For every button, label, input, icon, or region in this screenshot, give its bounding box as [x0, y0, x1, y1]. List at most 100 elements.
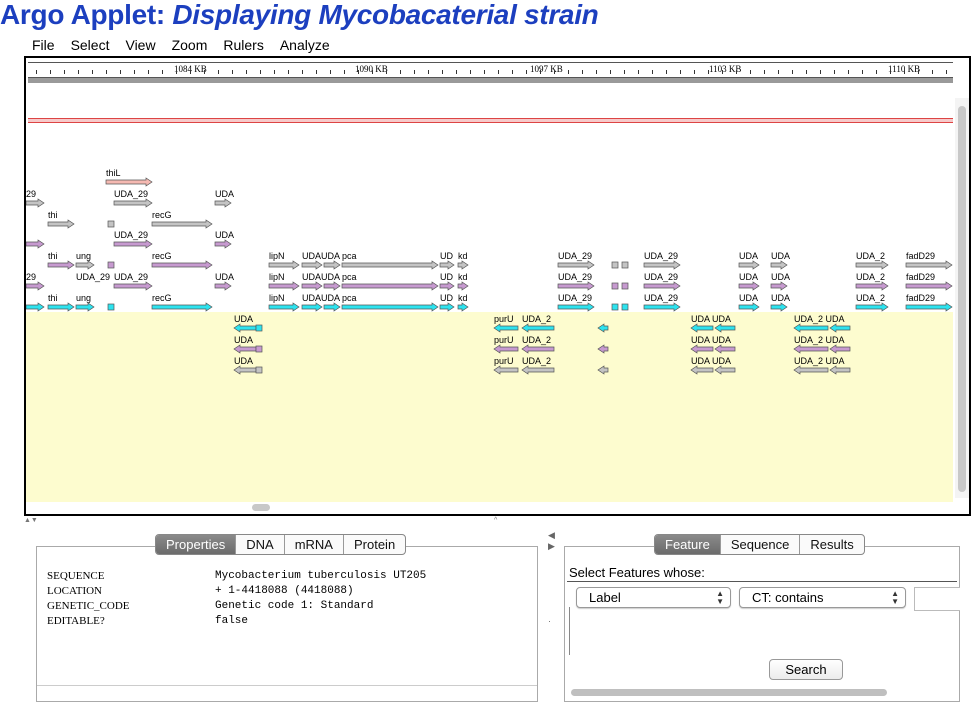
feature-arrow[interactable]: [301, 260, 323, 270]
feature-arrow[interactable]: [855, 281, 889, 291]
field-select[interactable]: Label ▲ ▼: [576, 587, 731, 608]
feature-arrow[interactable]: [738, 281, 760, 291]
feature-arrow[interactable]: [75, 260, 95, 270]
feature-arrow[interactable]: [439, 281, 455, 291]
feature-arrow[interactable]: [714, 344, 736, 354]
feature-arrow[interactable]: [793, 344, 829, 354]
feature-box[interactable]: [255, 366, 263, 374]
menu-zoom[interactable]: Zoom: [164, 36, 216, 54]
feature-arrow[interactable]: [26, 198, 45, 208]
feature-box[interactable]: [611, 303, 619, 311]
feature-box[interactable]: [255, 324, 263, 332]
tab-protein[interactable]: Protein: [344, 535, 405, 554]
feature-arrow[interactable]: [521, 323, 555, 333]
feature-arrow[interactable]: [214, 198, 232, 208]
feature-arrow[interactable]: [75, 302, 95, 312]
feature-arrow[interactable]: [829, 344, 851, 354]
divider-grip-icon[interactable]: ^: [494, 517, 497, 524]
operator-select[interactable]: CT: contains ▲ ▼: [739, 587, 906, 608]
feature-arrow[interactable]: [597, 323, 609, 333]
feature-arrow[interactable]: [690, 344, 714, 354]
feature-arrow[interactable]: [47, 219, 75, 229]
tab-sequence[interactable]: Sequence: [721, 535, 801, 554]
collapse-left-icon[interactable]: ◀: [548, 530, 555, 541]
menu-rulers[interactable]: Rulers: [215, 36, 271, 54]
feature-arrow[interactable]: [113, 239, 153, 249]
feature-box[interactable]: [107, 261, 115, 269]
feature-arrow[interactable]: [113, 281, 153, 291]
feature-arrow[interactable]: [793, 323, 829, 333]
menu-view[interactable]: View: [117, 36, 163, 54]
feature-arrow[interactable]: [214, 239, 232, 249]
tab-results[interactable]: Results: [800, 535, 863, 554]
feature-arrow[interactable]: [597, 344, 609, 354]
feature-arrow[interactable]: [690, 323, 714, 333]
menu-analyze[interactable]: Analyze: [272, 36, 338, 54]
feature-arrow[interactable]: [268, 260, 300, 270]
feature-box[interactable]: [621, 303, 629, 311]
feature-arrow[interactable]: [268, 281, 300, 291]
search-value-input[interactable]: [914, 587, 960, 611]
feature-arrow[interactable]: [829, 365, 851, 375]
feature-arrow[interactable]: [341, 260, 439, 270]
feature-arrow[interactable]: [439, 302, 455, 312]
feature-arrow[interactable]: [557, 260, 595, 270]
feature-arrow[interactable]: [597, 365, 609, 375]
search-button[interactable]: Search: [769, 659, 843, 680]
feature-arrow[interactable]: [323, 302, 341, 312]
feature-arrow[interactable]: [151, 219, 213, 229]
feature-arrow[interactable]: [493, 344, 519, 354]
feature-arrow[interactable]: [690, 365, 714, 375]
feature-box[interactable]: [611, 282, 619, 290]
feature-arrow[interactable]: [905, 260, 953, 270]
collapse-up-icon[interactable]: ▲▼: [24, 517, 38, 524]
feature-arrow[interactable]: [521, 365, 555, 375]
feature-arrow[interactable]: [323, 281, 341, 291]
feature-arrow[interactable]: [341, 281, 439, 291]
feature-arrow[interactable]: [643, 302, 681, 312]
vertical-scrollbar[interactable]: [955, 98, 969, 498]
feature-arrow[interactable]: [341, 302, 439, 312]
feature-box[interactable]: [621, 261, 629, 269]
menu-select[interactable]: Select: [63, 36, 118, 54]
feature-arrow[interactable]: [47, 260, 75, 270]
feature-arrow[interactable]: [557, 302, 595, 312]
feature-arrow[interactable]: [493, 365, 519, 375]
feature-arrow[interactable]: [770, 260, 788, 270]
horizontal-scroll-thumb[interactable]: [571, 689, 887, 696]
feature-arrow[interactable]: [105, 177, 153, 187]
feature-arrow[interactable]: [301, 302, 323, 312]
feature-arrow[interactable]: [855, 260, 889, 270]
feature-arrow[interactable]: [905, 302, 953, 312]
feature-arrow[interactable]: [738, 302, 760, 312]
feature-box[interactable]: [255, 345, 263, 353]
collapse-right-icon[interactable]: ▶: [548, 541, 555, 552]
feature-box[interactable]: [611, 261, 619, 269]
feature-box[interactable]: [107, 220, 115, 228]
feature-arrow[interactable]: [521, 344, 555, 354]
feature-arrow[interactable]: [214, 281, 232, 291]
feature-arrow[interactable]: [905, 281, 953, 291]
feature-arrow[interactable]: [457, 281, 469, 291]
feature-arrow[interactable]: [323, 260, 341, 270]
genome-viewer[interactable]: 1084 KB 1090 KB 1097 KB 1103 KB 1110 KB …: [24, 56, 971, 516]
feature-arrow[interactable]: [714, 323, 736, 333]
feature-arrow[interactable]: [457, 260, 469, 270]
feature-arrow[interactable]: [233, 344, 257, 354]
feature-arrow[interactable]: [738, 260, 760, 270]
vertical-scroll-thumb[interactable]: [958, 106, 966, 492]
feature-tracks[interactable]: thiL 29 UDA_29 UDA thi recG UDA_29 UDA thi ung rec…: [26, 58, 953, 508]
tab-dna[interactable]: DNA: [236, 535, 285, 554]
feature-arrow[interactable]: [643, 281, 681, 291]
feature-arrow[interactable]: [643, 260, 681, 270]
feature-arrow[interactable]: [829, 323, 851, 333]
feature-box[interactable]: [107, 303, 115, 311]
feature-arrow[interactable]: [493, 323, 519, 333]
feature-arrow[interactable]: [26, 302, 45, 312]
feature-arrow[interactable]: [26, 281, 45, 291]
tab-mrna[interactable]: mRNA: [285, 535, 344, 554]
feature-arrow[interactable]: [855, 302, 889, 312]
feature-arrow[interactable]: [301, 281, 323, 291]
feature-arrow[interactable]: [151, 260, 213, 270]
feature-arrow[interactable]: [457, 302, 469, 312]
